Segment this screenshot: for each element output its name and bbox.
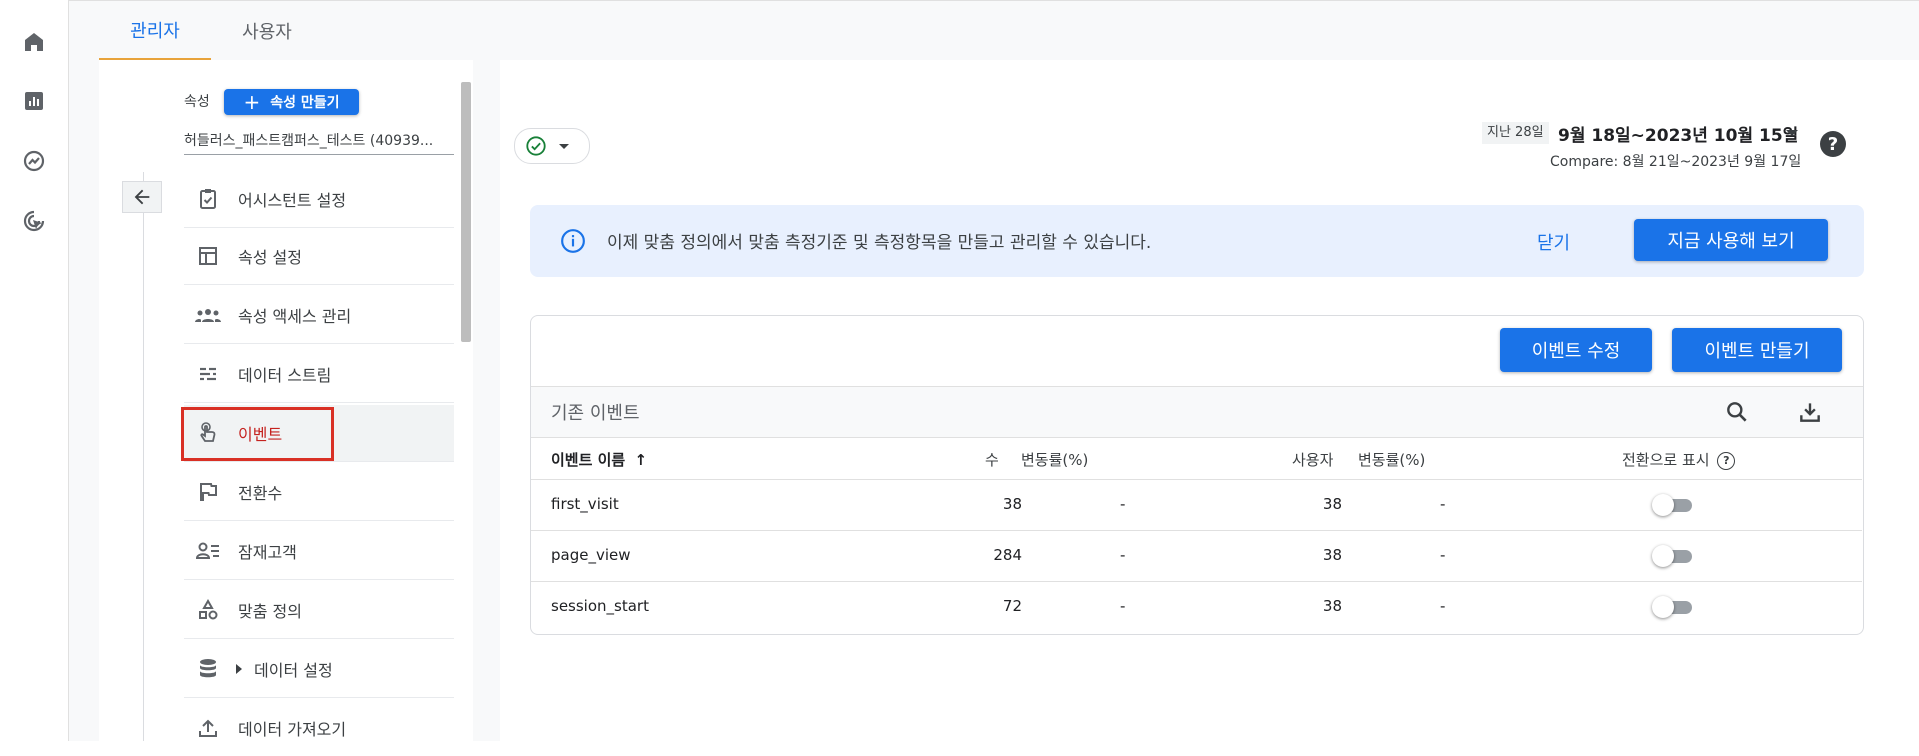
collapse-panel-button[interactable] bbox=[122, 181, 162, 213]
event-name[interactable]: first_visit bbox=[551, 495, 619, 513]
nav-label: 어시스턴트 설정 bbox=[238, 191, 347, 210]
column-header-count[interactable]: 수 bbox=[985, 449, 999, 470]
event-users-change: - bbox=[1440, 495, 1446, 513]
help-icon[interactable]: ? bbox=[1717, 451, 1736, 470]
property-selector[interactable]: 허들러스_패스트캠퍼스_테스트 (40939... bbox=[184, 130, 454, 155]
conversion-toggle[interactable] bbox=[1652, 595, 1694, 619]
info-icon bbox=[561, 229, 585, 253]
nav-item-data-streams[interactable]: 데이터 스트림 bbox=[184, 346, 454, 403]
assistant-icon bbox=[194, 185, 222, 213]
audience-icon bbox=[194, 537, 222, 565]
data-streams-icon bbox=[194, 360, 222, 388]
events-section-header bbox=[531, 386, 1863, 438]
events-section-title: 기존 이벤트 bbox=[551, 403, 640, 424]
event-name[interactable]: session_start bbox=[551, 597, 649, 615]
nav-label: 데이터 가져오기 bbox=[238, 720, 347, 739]
nav-item-property-settings[interactable]: 속성 설정 bbox=[184, 228, 454, 285]
nav-item-custom-definitions[interactable]: 맞춤 정의 bbox=[184, 582, 454, 639]
status-filter-chip[interactable] bbox=[514, 128, 590, 164]
banner-text: 이제 맞춤 정의에서 맞춤 측정기준 및 측정항목을 만들고 관리할 수 있습니… bbox=[607, 233, 1152, 253]
event-users-change: - bbox=[1440, 546, 1446, 564]
explore-icon[interactable] bbox=[19, 146, 49, 176]
event-users: 38 bbox=[1322, 546, 1342, 564]
search-icon[interactable] bbox=[1724, 399, 1750, 425]
event-users-change: - bbox=[1440, 597, 1446, 615]
property-label: 속성 bbox=[184, 94, 210, 110]
event-count-change: - bbox=[1120, 597, 1126, 615]
upload-icon bbox=[194, 714, 222, 742]
database-icon bbox=[194, 655, 222, 683]
nav-item-conversions[interactable]: 전환수 bbox=[184, 464, 454, 521]
date-range-dropdown-icon[interactable] bbox=[1786, 130, 1798, 136]
table-row-divider bbox=[531, 581, 1862, 582]
nav-label: 속성 액세스 관리 bbox=[238, 307, 352, 326]
compare-range-text: Compare: 8월 21일~2023년 9월 17일 bbox=[1550, 154, 1802, 170]
column-header-count-change[interactable]: 변동률(%) bbox=[1021, 449, 1088, 470]
sort-arrow-up-icon: ↑ bbox=[634, 451, 648, 469]
create-event-button[interactable]: 이벤트 만들기 bbox=[1672, 328, 1842, 372]
tab-admin[interactable]: 관리자 bbox=[99, 1, 211, 61]
nav-item-data-settings[interactable]: 데이터 설정 bbox=[184, 641, 454, 698]
home-icon[interactable] bbox=[19, 27, 49, 57]
event-count-change: - bbox=[1120, 546, 1126, 564]
edit-events-button[interactable]: 이벤트 수정 bbox=[1500, 328, 1652, 372]
event-name-header-label: 이벤트 이름 bbox=[551, 451, 626, 469]
column-header-users-change[interactable]: 변동률(%) bbox=[1358, 449, 1425, 470]
arrow-back-icon bbox=[134, 189, 150, 205]
nav-label: 속성 설정 bbox=[238, 248, 302, 267]
nav-label: 데이터 스트림 bbox=[238, 366, 332, 385]
table-row-divider bbox=[531, 530, 1862, 531]
caret-right-icon bbox=[236, 664, 242, 674]
event-count: 284 bbox=[993, 546, 1022, 564]
event-count: 38 bbox=[1002, 495, 1022, 513]
try-now-button[interactable]: 지금 사용해 보기 bbox=[1634, 219, 1828, 261]
column-header-users[interactable]: 사용자 bbox=[1292, 449, 1333, 470]
event-users: 38 bbox=[1322, 597, 1342, 615]
nav-item-data-import[interactable]: 데이터 가져오기 bbox=[184, 700, 454, 756]
banner-dismiss-button[interactable]: 닫기 bbox=[1537, 229, 1570, 255]
event-count-change: - bbox=[1120, 495, 1126, 513]
conversion-toggle[interactable] bbox=[1652, 544, 1694, 568]
nav-label: 전환수 bbox=[238, 484, 283, 503]
dropdown-arrow-icon bbox=[559, 143, 569, 149]
column-header-event-name[interactable]: 이벤트 이름 ↑ bbox=[551, 449, 647, 470]
flag-icon bbox=[194, 478, 222, 506]
conversion-header-label: 전환으로 표시 bbox=[1622, 451, 1710, 469]
panel-divider bbox=[143, 172, 144, 741]
left-rail bbox=[0, 0, 69, 741]
date-range-text[interactable]: 9월 18일~2023년 10월 15일 bbox=[1558, 121, 1798, 146]
events-card bbox=[530, 315, 1864, 635]
reports-icon[interactable] bbox=[19, 86, 49, 116]
property-settings-icon bbox=[194, 242, 222, 270]
nav-item-assistant-settings[interactable]: 어시스턴트 설정 bbox=[184, 171, 454, 228]
help-icon[interactable]: ? bbox=[1820, 131, 1846, 157]
custom-definitions-icon bbox=[194, 596, 222, 624]
event-count: 72 bbox=[1002, 597, 1022, 615]
conversion-toggle[interactable] bbox=[1652, 493, 1694, 517]
plus-icon: + bbox=[243, 90, 261, 114]
panel-scrollbar[interactable] bbox=[461, 82, 471, 342]
tab-user[interactable]: 사용자 bbox=[211, 1, 323, 61]
download-icon[interactable] bbox=[1797, 399, 1823, 425]
nav-item-property-access[interactable]: 속성 액세스 관리 bbox=[184, 287, 454, 344]
date-range-chip: 지난 28일 bbox=[1482, 122, 1549, 144]
nav-label: 잠재고객 bbox=[238, 543, 297, 562]
events-highlight-box bbox=[181, 407, 334, 461]
check-circle-icon bbox=[526, 136, 546, 156]
nav-item-audiences[interactable]: 잠재고객 bbox=[184, 523, 454, 580]
event-name[interactable]: page_view bbox=[551, 546, 631, 564]
nav-label: 데이터 설정 bbox=[254, 661, 333, 680]
table-header-divider bbox=[531, 479, 1862, 480]
column-header-conversion: 전환으로 표시 ? bbox=[1622, 449, 1736, 470]
people-icon bbox=[194, 301, 222, 329]
tab-bar: 관리자 사용자 bbox=[69, 0, 1919, 61]
event-users: 38 bbox=[1322, 495, 1342, 513]
nav-label: 맞춤 정의 bbox=[238, 602, 302, 621]
advertising-icon[interactable] bbox=[19, 206, 49, 236]
create-property-button[interactable]: + 속성 만들기 bbox=[224, 89, 359, 115]
create-property-label: 속성 만들기 bbox=[270, 95, 340, 111]
